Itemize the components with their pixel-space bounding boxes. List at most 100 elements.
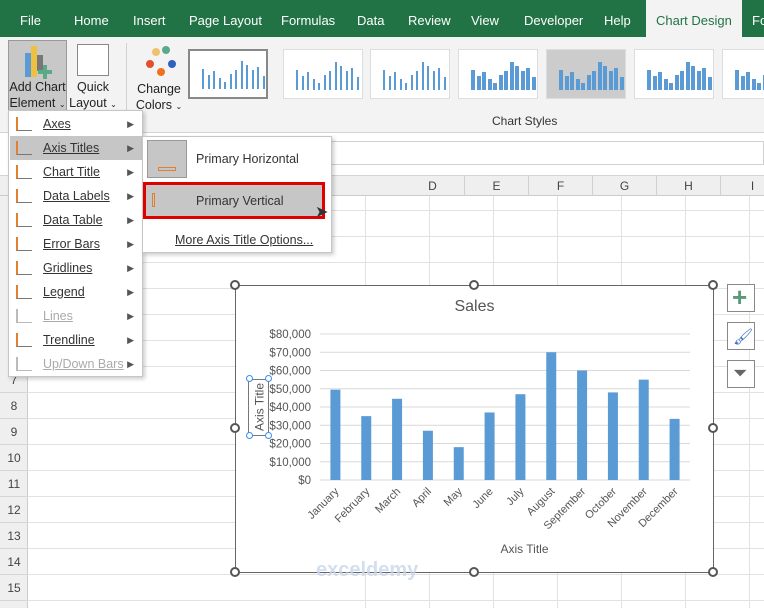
- bar-november[interactable]: [638, 379, 649, 480]
- submenu-arrow-icon: ▶: [127, 263, 134, 273]
- menu-item-label: Axes: [43, 117, 71, 131]
- row-header-12[interactable]: 12: [0, 497, 28, 523]
- change-label: Change: [137, 82, 181, 96]
- menu-item-axis-titles[interactable]: Axis Titles ▶: [10, 136, 142, 160]
- chart-style-thumbnail[interactable]: [458, 49, 538, 99]
- mouse-cursor-icon: ➤: [315, 204, 329, 221]
- menu-item-label: Data Labels: [43, 189, 110, 203]
- tab-fo[interactable]: Fo: [752, 0, 764, 37]
- primary-vertical-item[interactable]: Primary Vertical: [143, 182, 325, 219]
- resize-handle[interactable]: [230, 567, 240, 577]
- column-header-D[interactable]: D: [401, 176, 465, 196]
- resize-handle[interactable]: [230, 280, 240, 290]
- tab-review[interactable]: Review: [408, 0, 451, 37]
- axis-title-handle[interactable]: [246, 375, 253, 382]
- tab-view[interactable]: View: [471, 0, 499, 37]
- x-tick-label: June: [470, 486, 495, 511]
- chart-style-thumbnail[interactable]: [634, 49, 714, 99]
- more-axis-title-options[interactable]: More Axis Title Options...: [175, 233, 313, 247]
- submenu-arrow-icon: ▶: [127, 215, 134, 225]
- chart[interactable]: Sales $0 $10,000 $20,000 $30,000 $40,000 $50,…: [235, 285, 714, 581]
- chart-style-thumbnail[interactable]: [188, 49, 268, 99]
- quick-layout-button[interactable]: Quick Layout ⌄: [68, 40, 118, 111]
- axis-title-handle[interactable]: [246, 432, 253, 439]
- tab-developer[interactable]: Developer: [524, 0, 583, 37]
- menu-item-gridlines[interactable]: Gridlines ▶: [10, 256, 142, 280]
- axis-titles-submenu: Primary Horizontal Primary Vertical More…: [142, 136, 332, 253]
- chart-styles-button[interactable]: 🖌: [727, 322, 755, 350]
- chart-style-thumbnail[interactable]: [283, 49, 363, 99]
- row-header-10[interactable]: 10: [0, 445, 28, 471]
- layout-label: Layout: [69, 96, 107, 110]
- y-tick-label: $80,000: [269, 329, 311, 341]
- bar-march[interactable]: [392, 398, 403, 480]
- resize-handle[interactable]: [469, 567, 479, 577]
- tab-data[interactable]: Data: [357, 0, 384, 37]
- resize-handle[interactable]: [469, 280, 479, 290]
- column-header-I[interactable]: I: [721, 176, 764, 196]
- resize-handle[interactable]: [708, 567, 718, 577]
- x-tick-label: March: [373, 486, 403, 516]
- formula-input[interactable]: [330, 141, 764, 165]
- row-header-11[interactable]: 11: [0, 471, 28, 497]
- menu-item-data-table[interactable]: Data Table ▶: [10, 208, 142, 232]
- vertical-axis-title[interactable]: Axis Title: [248, 379, 269, 436]
- column-header-H[interactable]: H: [657, 176, 721, 196]
- menu-item-trendline[interactable]: Trendline ▶: [10, 328, 142, 352]
- tab-insert[interactable]: Insert: [133, 0, 166, 37]
- chart-styles-gallery: [186, 37, 764, 117]
- tab-file[interactable]: File: [20, 0, 41, 37]
- up-down-bars-icon: [16, 357, 32, 371]
- x-axis-title[interactable]: Axis Title: [236, 542, 713, 556]
- column-header-E[interactable]: E: [465, 176, 529, 196]
- menu-item-label: Chart Title: [43, 165, 100, 179]
- chart-filters-button[interactable]: ⏷: [727, 360, 755, 388]
- axes-icon: [16, 117, 32, 131]
- resize-handle[interactable]: [708, 423, 718, 433]
- chart-style-thumbnail[interactable]: [722, 49, 764, 99]
- menu-item-chart-title[interactable]: Chart Title ▶: [10, 160, 142, 184]
- resize-handle[interactable]: [708, 280, 718, 290]
- tab-formulas[interactable]: Formulas: [281, 0, 335, 37]
- bar-september[interactable]: [577, 370, 588, 481]
- chart-style-thumbnail[interactable]: [370, 49, 450, 99]
- tab-home[interactable]: Home: [74, 0, 109, 37]
- chart-style-thumbnail[interactable]: [546, 49, 626, 99]
- bar-december[interactable]: [669, 418, 680, 480]
- tab-chart-design[interactable]: Chart Design: [646, 0, 742, 37]
- column-header-G[interactable]: G: [593, 176, 657, 196]
- row-header-13[interactable]: 13: [0, 523, 28, 549]
- bar-june[interactable]: [484, 412, 495, 480]
- add-chart-element-menu: Axes ▶ Axis Titles ▶ Chart Title ▶ Data Labels…: [8, 110, 143, 377]
- tab-page-layout[interactable]: Page Layout: [189, 0, 262, 37]
- axis-title-handle[interactable]: [265, 432, 272, 439]
- primary-horizontal-item[interactable]: Primary Horizontal: [144, 138, 330, 180]
- tab-help[interactable]: Help: [604, 0, 631, 37]
- menu-item-legend[interactable]: Legend ▶: [10, 280, 142, 304]
- bar-january[interactable]: [330, 389, 341, 480]
- bar-july[interactable]: [515, 394, 526, 480]
- menu-item-error-bars[interactable]: Error Bars ▶: [10, 232, 142, 256]
- column-header-F[interactable]: F: [529, 176, 593, 196]
- bar-april[interactable]: [422, 430, 433, 480]
- bar-may[interactable]: [453, 447, 464, 480]
- resize-handle[interactable]: [230, 423, 240, 433]
- menu-item-data-labels[interactable]: Data Labels ▶: [10, 184, 142, 208]
- menu-item-label: Data Table: [43, 213, 103, 227]
- bar-august[interactable]: [546, 352, 557, 480]
- submenu-arrow-icon: ▶: [127, 119, 134, 129]
- submenu-arrow-icon: ▶: [127, 287, 134, 297]
- row-header-15[interactable]: 15: [0, 575, 28, 601]
- row-header-9[interactable]: 9: [0, 419, 28, 445]
- add-chart-element-button[interactable]: Add Chart Element ⌄: [8, 40, 67, 111]
- primary-horizontal-icon: [147, 140, 187, 178]
- menu-item-axes[interactable]: Axes ▶: [10, 112, 142, 136]
- chart-elements-button[interactable]: +: [727, 282, 755, 312]
- bar-october[interactable]: [607, 392, 618, 480]
- row-header-8[interactable]: 8: [0, 393, 28, 419]
- bar-february[interactable]: [361, 416, 372, 480]
- axis-title-handle[interactable]: [265, 375, 272, 382]
- row-header-14[interactable]: 14: [0, 549, 28, 575]
- submenu-arrow-icon: ▶: [127, 167, 134, 177]
- change-colors-button[interactable]: Change Colors ⌄: [132, 40, 186, 112]
